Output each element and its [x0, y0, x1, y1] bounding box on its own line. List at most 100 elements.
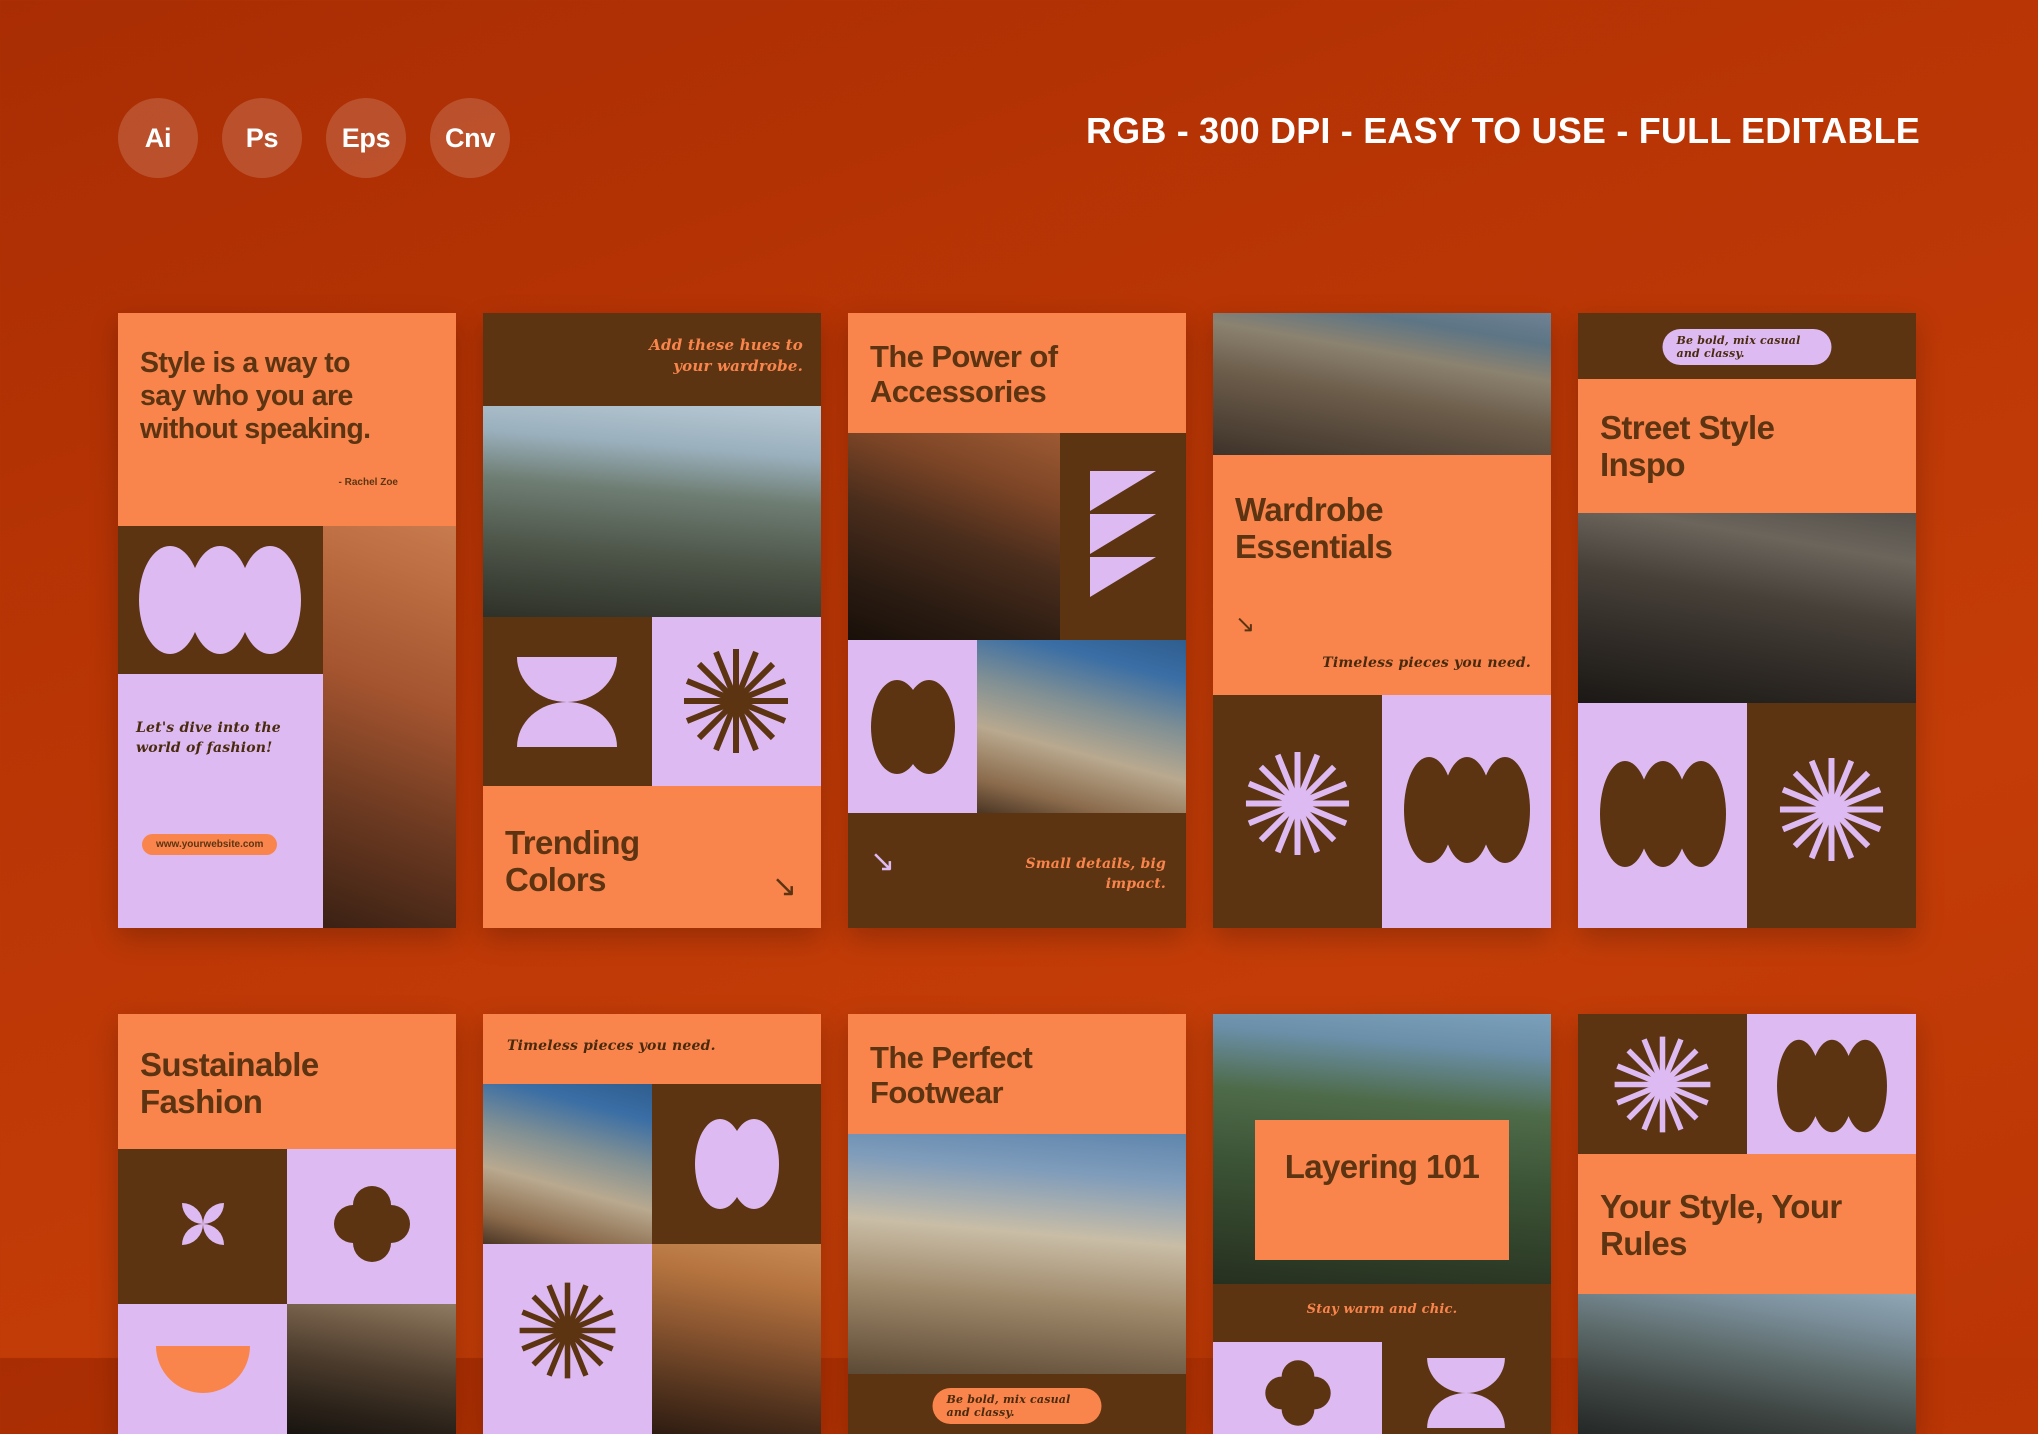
script-header-panel: Timeless pieces you need.: [483, 1014, 821, 1084]
format-badge-ps[interactable]: Ps: [222, 98, 302, 178]
spec-tagline: RGB - 300 DPI - EASY TO USE - FULL EDITA…: [1086, 110, 1920, 152]
headline-panel: Street Style Inspo: [1578, 379, 1916, 513]
format-badge-eps[interactable]: Eps: [326, 98, 406, 178]
card-headline: Wardrobe Essentials: [1235, 491, 1495, 566]
photo-street-walk-rooftop: [483, 406, 821, 617]
half-circle-motif-panel: [118, 1304, 287, 1434]
petal-motif-panel: [118, 1149, 287, 1304]
hourglass-icon: [1424, 1358, 1508, 1428]
oval-motif-panel: [1578, 703, 1747, 928]
card-headline: Sustainable Fashion: [140, 1046, 420, 1121]
card-street-style-inspo[interactable]: Be bold, mix casual and classy. Street S…: [1578, 313, 1916, 928]
card-style-is-a-way[interactable]: Style is a way to say who you are withou…: [118, 313, 456, 928]
oval-motif-panel: [1747, 1014, 1916, 1154]
card-headline: Your Style, Your Rules: [1600, 1188, 1880, 1263]
three-ovals-icon: [1598, 759, 1728, 869]
badge-label: Eps: [342, 123, 391, 154]
hourglass-icon: [517, 657, 617, 747]
badge-label: Be bold, mix casual and classy.: [947, 1393, 1088, 1419]
script-caption-panel: Stay warm and chic.: [1213, 1284, 1551, 1342]
script-caption: Add these hues to your wardrobe.: [613, 335, 803, 377]
two-ovals-icon: [694, 1118, 780, 1210]
card-wardrobe-essentials[interactable]: Wardrobe Essentials ↘ Timeless pieces yo…: [1213, 313, 1551, 928]
oval-motif-panel: [848, 640, 977, 813]
quote-attribution: - Rachel Zoe: [140, 477, 398, 488]
four-petal-icon: [160, 1181, 246, 1267]
format-badge-cnv[interactable]: Cnv: [430, 98, 510, 178]
headline-panel: Sustainable Fashion: [118, 1014, 456, 1149]
page-header: Ai Ps Eps Cnv RGB - 300 DPI - EASY TO US…: [0, 0, 2038, 230]
sunburst-motif-panel: [1747, 703, 1916, 928]
clover-icon: [329, 1181, 415, 1267]
website-button[interactable]: www.yourwebsite.com: [142, 834, 277, 855]
script-caption: Let's dive into the world of fashion!: [136, 718, 306, 759]
arrow-down-right-icon: ↘: [870, 847, 895, 877]
half-circle-icon: [156, 1346, 250, 1396]
card-headline: The Power of Accessories: [870, 339, 1150, 409]
card-headline: Layering 101: [1255, 1148, 1509, 1185]
card-timeless-pieces[interactable]: Timeless pieces you need.: [483, 1014, 821, 1434]
script-caption: Timeless pieces you need.: [507, 1038, 716, 1054]
format-badge-ai[interactable]: Ai: [118, 98, 198, 178]
badge-label: Ai: [145, 123, 171, 154]
template-grid-row-2: Sustainable Fashion: [118, 1014, 1920, 1434]
badge-label: Be bold, mix casual and classy.: [1677, 334, 1818, 360]
script-caption: Small details, big impact.: [1006, 855, 1166, 894]
headline-panel: Layering 101: [1255, 1120, 1509, 1260]
clover-motif-panel: [287, 1149, 456, 1304]
clover-motif-panel: [1213, 1342, 1382, 1434]
headline-panel: The Perfect Footwear: [848, 1014, 1186, 1134]
format-badge-group: Ai Ps Eps Cnv: [118, 98, 510, 178]
photo-map-hands: [977, 640, 1186, 813]
sunburst-icon: [1610, 1032, 1715, 1137]
script-header-panel: Add these hues to your wardrobe.: [483, 313, 821, 406]
photo-drink-portrait: [652, 1244, 821, 1434]
photo-balcony-portrait: [1578, 1294, 1916, 1434]
sunburst-icon: [515, 1278, 620, 1383]
card-power-of-accessories[interactable]: The Power of Accessories ↘ Small details…: [848, 313, 1186, 928]
sunburst-motif-panel: [483, 1244, 652, 1434]
photo-headphones-portrait: [287, 1304, 456, 1434]
badge-panel: Be bold, mix casual and classy.: [848, 1374, 1186, 1434]
sunburst-motif-panel: [1578, 1014, 1747, 1154]
hourglass-motif-panel: [1382, 1342, 1551, 1434]
sunburst-icon: [679, 644, 793, 758]
photo-stairs-portrait: [1578, 513, 1916, 703]
tagline-badge: Be bold, mix casual and classy.: [933, 1388, 1102, 1424]
clover-icon: [1261, 1356, 1335, 1430]
three-ovals-icon: [136, 544, 304, 656]
headline-panel: Wardrobe Essentials ↘ Timeless pieces yo…: [1213, 455, 1551, 695]
oval-motif-panel: [118, 526, 323, 674]
card-trending-colors[interactable]: Add these hues to your wardrobe. Trendin…: [483, 313, 821, 928]
script-caption: Stay warm and chic.: [1213, 1302, 1551, 1317]
card-perfect-footwear[interactable]: The Perfect Footwear Be bold, mix casual…: [848, 1014, 1186, 1434]
three-ovals-icon: [1769, 1038, 1895, 1134]
card-sustainable-fashion[interactable]: Sustainable Fashion: [118, 1014, 456, 1434]
cta-panel: Let's dive into the world of fashion! ww…: [118, 674, 323, 928]
triangle-motif-panel: [1060, 433, 1186, 640]
triangle-stack-icon: [1090, 471, 1156, 597]
card-headline: Street Style Inspo: [1600, 409, 1860, 484]
sunburst-icon: [1775, 753, 1888, 866]
oval-motif-panel: [1382, 695, 1551, 928]
photo-architecture-portrait: [848, 1134, 1186, 1374]
tagline-badge: Be bold, mix casual and classy.: [1663, 329, 1832, 365]
three-ovals-icon: [1402, 755, 1532, 865]
sunburst-motif-panel: [1213, 695, 1382, 928]
hourglass-motif-panel: [483, 617, 652, 786]
card-quote: Style is a way to say who you are withou…: [140, 347, 398, 445]
card-headline: The Perfect Footwear: [870, 1040, 1150, 1110]
photo-street-portrait-building: [323, 526, 456, 928]
badge-label: Ps: [246, 123, 278, 154]
headline-panel: The Power of Accessories: [848, 313, 1186, 433]
badge-panel: Be bold, mix casual and classy.: [1578, 313, 1916, 379]
card-layering-101[interactable]: Layering 101 Stay warm and chic.: [1213, 1014, 1551, 1434]
two-ovals-icon: [870, 678, 956, 776]
badge-label: Cnv: [445, 123, 495, 154]
card-headline: Trending Colors: [505, 824, 705, 899]
arrow-down-right-icon: ↘: [1235, 613, 1255, 637]
sunburst-icon: [1241, 747, 1354, 860]
photo-map-reader: [483, 1084, 652, 1244]
sunburst-motif-panel: [652, 617, 821, 786]
card-your-style-your-rules[interactable]: Your Style, Your Rules: [1578, 1014, 1916, 1434]
